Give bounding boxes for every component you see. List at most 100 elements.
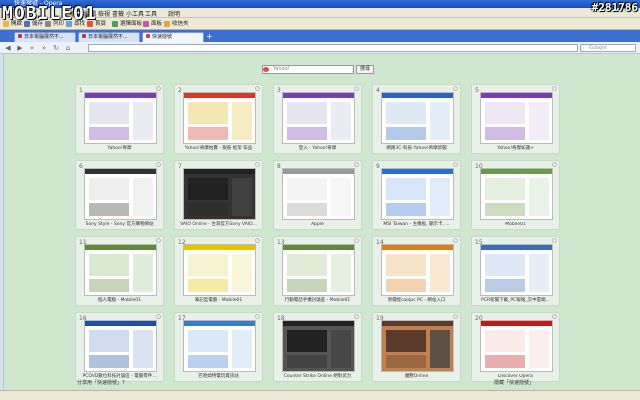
menu-bookmarks[interactable]: 書籤	[112, 9, 124, 18]
close-icon[interactable]	[156, 314, 161, 319]
close-icon[interactable]	[453, 86, 458, 91]
speed-dial-item[interactable]: 19 魔獸Online	[372, 312, 461, 382]
close-icon[interactable]	[156, 238, 161, 243]
speed-dial-thumbnail	[183, 320, 256, 372]
speed-dial-grid: 1 Yahoo!奇摩 2 Yahoo!奇摩拍賣 - 服裝 框架 傢品 3 登入 - Yah…	[75, 84, 560, 382]
speed-dial-label: Yahoo!奇摩拍賣 - 服裝 框架 傢品	[184, 146, 253, 151]
speed-dial-item[interactable]: 9 MSI Taiwan - 主機板, 顯示卡, ...	[372, 160, 461, 230]
menu-widgets[interactable]: 小工具	[126, 9, 144, 18]
inbox-button[interactable]: 收信夾	[164, 20, 189, 28]
fast-forward-icon[interactable]: »	[40, 44, 48, 52]
thumbnail-block	[386, 355, 426, 368]
speed-dial-label: 原價屋coolpc PC - 網站入口	[387, 298, 446, 303]
speed-dial-item[interactable]: 14 原價屋coolpc PC - 網站入口	[372, 236, 461, 306]
speed-dial-share-link[interactable]: 分享用「快速撥號」?	[77, 379, 125, 386]
speed-dial-search-input[interactable]: Yahoo!	[262, 65, 354, 74]
speed-dial-item[interactable]: 1 Yahoo!奇摩	[75, 84, 164, 154]
speed-dial-item[interactable]: 11 個人電腦 - Mobile01	[75, 236, 164, 306]
menu-help[interactable]: 說明	[168, 9, 180, 18]
new-tab-button[interactable]: +	[206, 33, 216, 41]
speed-dial-item[interactable]: 17 巴哈姆特電玩資訊站	[174, 312, 263, 382]
speed-dial-thumbnail	[381, 168, 454, 220]
close-icon[interactable]	[552, 86, 557, 91]
side-panel-toggle[interactable]	[0, 54, 4, 390]
close-icon[interactable]	[354, 86, 359, 91]
thumbnail-block	[133, 254, 153, 292]
close-icon[interactable]	[354, 162, 359, 167]
thumbnail-block	[386, 279, 426, 292]
menu-view[interactable]: 檢視	[98, 9, 110, 18]
tab-2[interactable]: 日本電腦展然不...	[78, 32, 140, 42]
thumbnail-header	[283, 93, 354, 98]
close-icon[interactable]	[552, 238, 557, 243]
close-icon[interactable]	[156, 162, 161, 167]
close-icon[interactable]	[453, 314, 458, 319]
thumbnail-block	[188, 203, 228, 216]
speed-dial-item[interactable]: 3 登入 - Yahoo!奇摩	[273, 84, 362, 154]
hide-speed-dial-link[interactable]: 隱藏「快速撥號」	[494, 379, 534, 386]
panel-button[interactable]: 面板	[143, 20, 162, 28]
speed-dial-item[interactable]: 4 網路3C-科技-Yahoo!奇摩新聞	[372, 84, 461, 154]
home-nav-icon[interactable]: ⌂	[64, 44, 72, 52]
speed-dial-item[interactable]: 18 Counter Strike Online 絕對武力	[273, 312, 362, 382]
address-field[interactable]	[88, 44, 578, 52]
close-icon[interactable]	[255, 314, 260, 319]
thumbnail-header	[184, 93, 255, 98]
speed-dial-item[interactable]: 8 Apple	[273, 160, 362, 230]
thumbnail-block	[430, 330, 450, 368]
thumbnail-header	[382, 321, 453, 326]
back-icon[interactable]: ◀	[4, 44, 12, 52]
thumbnail-block	[89, 203, 129, 216]
close-icon[interactable]	[255, 238, 260, 243]
speed-dial-item[interactable]: 16 PCDVD數位科技討論區 - 電腦零件...	[75, 312, 164, 382]
close-icon[interactable]	[552, 314, 557, 319]
tab-favicon-icon	[18, 34, 22, 38]
speed-dial-item[interactable]: 2 Yahoo!奇摩拍賣 - 服裝 框架 傢品	[174, 84, 263, 154]
close-icon[interactable]	[354, 238, 359, 243]
thumbnail-header	[85, 245, 156, 250]
thumbnail-block	[529, 330, 549, 368]
search-engine-icon	[263, 67, 269, 72]
thumbnail-block	[89, 254, 129, 276]
close-icon[interactable]	[453, 162, 458, 167]
menu-tools[interactable]: 工具	[145, 9, 157, 18]
nav-search-input[interactable]: Google	[580, 44, 636, 52]
close-icon[interactable]	[255, 86, 260, 91]
thumbnail-header	[184, 321, 255, 326]
speed-dial-number: 9	[376, 163, 380, 170]
panel-select-icon	[112, 21, 118, 27]
thumbnail-block	[430, 102, 450, 140]
speed-dial-item[interactable]: 6 Sony Style - Sony 官方購物網站	[75, 160, 164, 230]
speed-dial-item[interactable]: 12 筆記型電腦 - Mobile01	[174, 236, 263, 306]
forward-icon[interactable]: ▶	[16, 44, 24, 52]
rewind-icon[interactable]: «	[28, 44, 36, 52]
thumbnail-header	[184, 245, 255, 250]
thumbnail-block	[232, 102, 252, 140]
close-icon[interactable]	[255, 162, 260, 167]
close-icon[interactable]	[156, 86, 161, 91]
close-icon[interactable]	[552, 162, 557, 167]
speed-dial-item[interactable]: 15 PCR新聞下載_PC報報_交中雲端...	[471, 236, 560, 306]
tab-1[interactable]: 日本電腦展然不...	[14, 32, 76, 42]
speed-dial-item[interactable]: 20 Discover Opera	[471, 312, 560, 382]
reload-icon[interactable]: ↻	[52, 44, 60, 52]
watermark-id: #281786	[591, 1, 638, 14]
speed-dial-item[interactable]: 5 Yahoo!奇摩知識+	[471, 84, 560, 154]
speed-dial-label: MSI Taiwan - 主機板, 顯示卡, ...	[383, 222, 450, 227]
speed-dial-item[interactable]: 10 Mobile01	[471, 160, 560, 230]
tab-speed-dial[interactable]: 快速撥號	[142, 32, 204, 42]
thumbnail-block	[485, 279, 525, 292]
speed-dial-number: 8	[277, 163, 281, 170]
speed-dial-item[interactable]: 7 VAIO Online - 台灣官方Sony VAIO...	[174, 160, 263, 230]
speed-dial-thumbnail	[84, 168, 157, 220]
speed-dial-thumbnail	[183, 92, 256, 144]
select-panel-button[interactable]: 選擇面板	[112, 20, 142, 28]
speed-dial-search-button[interactable]: 搜尋	[356, 65, 374, 74]
thumbnail-block	[133, 102, 153, 140]
close-icon[interactable]	[453, 238, 458, 243]
thumbnail-block	[485, 178, 525, 200]
thumbnail-block	[331, 102, 351, 140]
speed-dial-item[interactable]: 13 行動電話手機討論區 - Mobile01	[273, 236, 362, 306]
close-icon[interactable]	[354, 314, 359, 319]
speed-dial-label: 巴哈姆特電玩資訊站	[198, 374, 239, 379]
